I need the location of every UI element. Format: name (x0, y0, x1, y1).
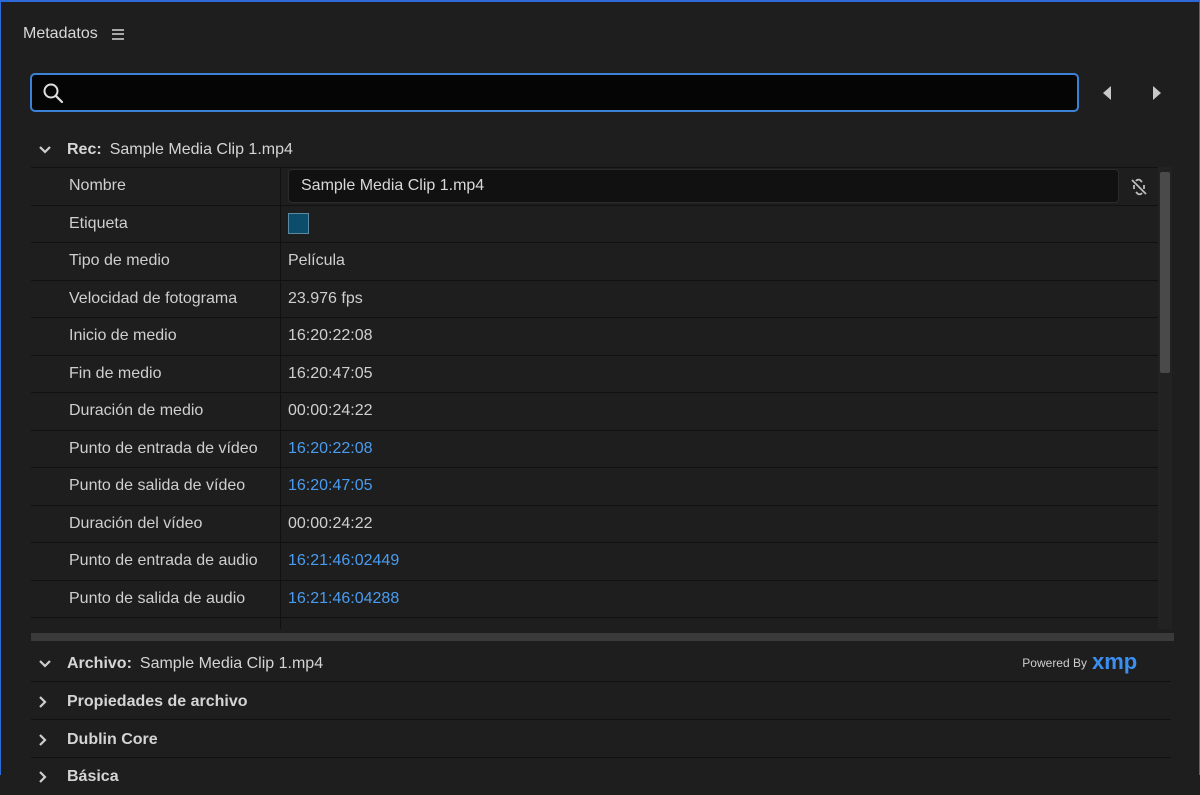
propiedades-label: Propiedades de archivo (67, 692, 248, 710)
row-label: Duración de medio (31, 393, 281, 430)
chevron-down-icon[interactable] (38, 145, 58, 155)
metadata-panel: Metadatos Rec: Sample Media Clip 1.mp4 N… (0, 0, 1200, 785)
search-icon (43, 83, 64, 104)
basica-section-header[interactable]: Básica (31, 759, 1171, 795)
horizontal-scrollbar[interactable] (31, 633, 1174, 641)
row-label: Punto de entrada de audio (31, 543, 281, 580)
table-row: Punto de salida de vídeo 16:20:47:05 (31, 468, 1158, 506)
archivo-file-name: Sample Media Clip 1.mp4 (139, 654, 324, 672)
row-label: Etiqueta (31, 205, 281, 242)
label-color-swatch[interactable] (288, 213, 309, 235)
table-row: Inicio de medio 16:20:22:08 (31, 318, 1158, 356)
svg-text:xmp: xmp (1092, 652, 1137, 674)
search-field[interactable] (30, 73, 1079, 112)
next-arrow-icon[interactable] (1149, 84, 1165, 102)
table-row: Velocidad de fotograma 23.976 fps (31, 280, 1158, 318)
row-value: 23.976 fps (288, 289, 363, 307)
row-value: 00:00:24:22 (288, 514, 373, 532)
basica-label: Básica (67, 768, 119, 785)
previous-arrow-icon[interactable] (1099, 84, 1115, 102)
rec-clip-name: Sample Media Clip 1.mp4 (109, 141, 293, 158)
row-value: 16:20:47:05 (288, 364, 373, 382)
archivo-section-header[interactable]: Archivo: Sample Media Clip 1.mp4 Powered… (31, 646, 1171, 682)
propiedades-section-header[interactable]: Propiedades de archivo (31, 684, 1171, 720)
table-row: Punto de salida de audio 16:21:46:04288 (31, 580, 1158, 618)
row-value: Película (288, 252, 345, 270)
table-row: Etiqueta (31, 205, 1158, 243)
row-value: 16:20:22:08 (288, 327, 373, 345)
xmp-logo: xmp (1092, 652, 1137, 674)
row-label: Punto de salida de audio (31, 580, 281, 617)
timecode-link[interactable]: 16:21:46:04288 (281, 581, 1158, 618)
table-row (31, 618, 1158, 629)
powered-by-xmp: Powered By xmp (1022, 652, 1161, 674)
powered-by-label: Powered By (1022, 656, 1087, 670)
hamburger-menu-icon[interactable] (111, 28, 124, 40)
vertical-scrollbar-thumb[interactable] (1160, 172, 1170, 373)
table-row: Nombre Sample Media Clip 1.mp4 (31, 168, 1158, 206)
panel-title: Metadatos (23, 25, 98, 42)
chevron-down-icon[interactable] (38, 659, 58, 669)
row-label: Nombre (31, 168, 281, 205)
table-row: Fin de medio 16:20:47:05 (31, 355, 1158, 393)
row-label: Tipo de medio (31, 243, 281, 280)
panel-header: Metadatos (23, 22, 124, 46)
chevron-right-icon[interactable] (38, 770, 58, 784)
search-input[interactable] (72, 79, 1069, 107)
table-row: Punto de entrada de audio 16:21:46:02449 (31, 543, 1158, 581)
timecode-link[interactable]: 16:20:22:08 (281, 431, 1158, 468)
row-label: Fin de medio (31, 355, 281, 392)
table-row: Tipo de medio Película (31, 243, 1158, 281)
row-label: Inicio de medio (31, 318, 281, 355)
row-label: Velocidad de fotograma (31, 280, 281, 317)
archivo-key: Archivo: (67, 654, 132, 672)
dublin-core-section-header[interactable]: Dublin Core (31, 722, 1171, 758)
table-row: Duración de medio 00:00:24:22 (31, 393, 1158, 431)
timecode-link[interactable]: 16:21:46:02449 (281, 543, 1158, 580)
row-value: 00:00:24:22 (288, 402, 373, 420)
table-row: Punto de entrada de vídeo 16:20:22:08 (31, 430, 1158, 468)
table-row: Duración del vídeo 00:00:24:22 (31, 505, 1158, 543)
row-label: Punto de salida de vídeo (31, 468, 281, 505)
rec-metadata-table: Nombre Sample Media Clip 1.mp4 Etiqueta … (31, 167, 1158, 629)
timecode-link[interactable]: 16:20:47:05 (281, 468, 1158, 505)
chevron-right-icon[interactable] (38, 733, 58, 747)
rec-key: Rec: (67, 141, 102, 158)
name-field[interactable]: Sample Media Clip 1.mp4 (288, 169, 1119, 204)
dublin-core-label: Dublin Core (67, 730, 158, 748)
rec-section-header[interactable]: Rec: Sample Media Clip 1.mp4 (31, 132, 1171, 168)
row-label: Punto de entrada de vídeo (31, 430, 281, 467)
chevron-right-icon[interactable] (38, 695, 58, 709)
unlink-icon[interactable] (1129, 177, 1149, 197)
row-label: Duración del vídeo (31, 505, 281, 542)
